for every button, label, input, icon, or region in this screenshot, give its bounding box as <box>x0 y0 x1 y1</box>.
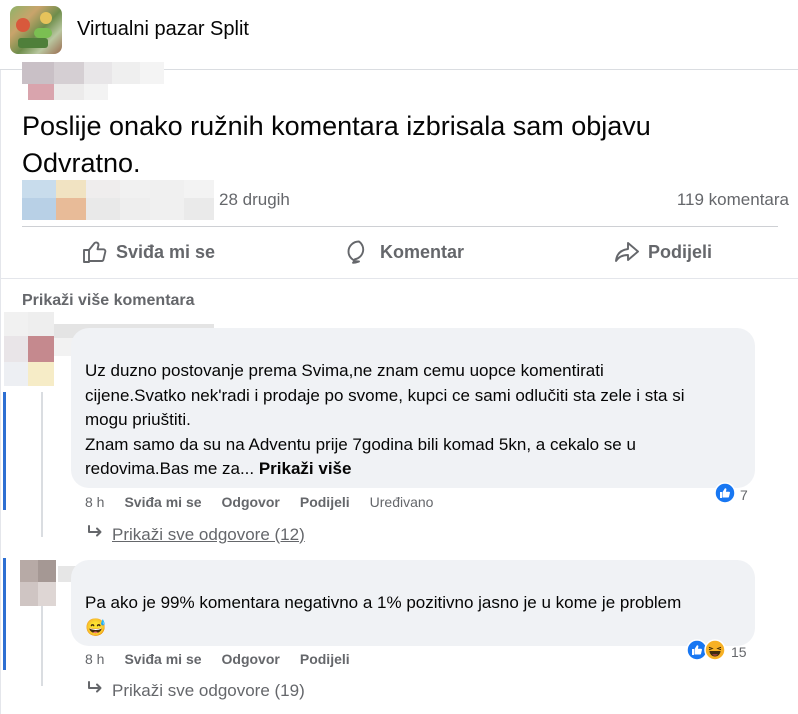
see-more-link[interactable]: Prikaži više <box>259 459 352 478</box>
redaction-block <box>184 180 214 198</box>
post-text: Poslije onako ružnih komentara izbrisala… <box>22 108 762 182</box>
redaction-block <box>4 362 28 386</box>
comment-time[interactable]: 8 h <box>85 494 104 510</box>
comment-button[interactable]: Komentar <box>346 238 464 266</box>
redaction-block <box>56 198 86 220</box>
comment-like-button[interactable]: Sviđa mi se <box>124 651 201 667</box>
comment-text-line: cijene.Svatko nek'radi i prodaje po svom… <box>85 385 685 405</box>
divider <box>22 226 778 227</box>
thumbs-up-icon <box>82 240 108 264</box>
group-name[interactable]: Virtualni pazar Split <box>77 18 249 41</box>
comment-share-button[interactable]: Podijeli <box>300 494 350 510</box>
like-label: Sviđa mi se <box>116 241 216 262</box>
divider <box>0 278 798 279</box>
comment-reactions[interactable]: 15 <box>686 639 747 664</box>
comment-text-line: Uz duzno postovanje prema Svima,ne znam … <box>85 361 604 380</box>
redaction-block <box>120 198 150 220</box>
like-reaction-icon <box>714 482 736 507</box>
edited-label: Uređivano <box>369 494 434 510</box>
redaction-block <box>20 582 38 606</box>
vegetable-shape <box>40 12 52 24</box>
redaction-block <box>38 560 56 582</box>
redaction-block <box>22 180 56 198</box>
redaction-block <box>56 180 86 198</box>
left-border <box>0 70 1 714</box>
group-avatar[interactable] <box>10 6 62 54</box>
speech-bubble-icon <box>346 239 372 265</box>
vegetable-shape <box>34 28 52 38</box>
redaction-block <box>28 362 54 386</box>
redaction-block <box>22 198 56 220</box>
share-button[interactable]: Podijeli <box>614 238 712 266</box>
redaction-block <box>86 198 120 220</box>
redaction-block <box>28 336 54 362</box>
vegetable-shape <box>16 18 30 32</box>
comment-text-line: Pa ako je 99% komentara negativno a 1% p… <box>85 593 682 612</box>
share-label: Podijeli <box>648 241 713 262</box>
like-button[interactable]: Sviđa mi se <box>82 238 215 266</box>
comment-text-line: Znam samo da su na Adventu prije 7godina… <box>85 434 636 454</box>
redaction-block <box>4 312 28 336</box>
view-replies-link[interactable]: Prikaži sve odgovore (12) <box>86 524 305 545</box>
redaction-block <box>112 62 140 84</box>
comment-like-button[interactable]: Sviđa mi se <box>124 494 201 510</box>
emoji-sweat-smile: 😅 <box>85 617 107 637</box>
comment-meta: 8 h Sviđa mi se Odgovor Podijeli Uređiva… <box>85 494 453 510</box>
redaction-block <box>84 84 108 100</box>
redaction-block <box>120 180 150 198</box>
share-arrow-icon <box>614 240 640 264</box>
comment-text-line-last: redovima.Bas me za... Prikaži više <box>85 457 684 482</box>
vegetable-shape <box>18 38 48 48</box>
view-replies-label: Prikaži sve odgovore (19) <box>112 680 305 700</box>
show-more-comments-link[interactable]: Prikaži više komentara <box>22 292 195 310</box>
redaction-block <box>150 198 184 220</box>
reply-arrow-icon <box>86 680 104 701</box>
comment-text: Pa ako je 99% komentara negativno a 1% p… <box>85 591 681 640</box>
redaction-block <box>86 180 120 198</box>
reply-arrow-icon <box>86 524 104 545</box>
thread-indicator <box>3 392 6 510</box>
redaction-block <box>20 560 38 582</box>
view-replies-link[interactable]: Prikaži sve odgovore (19) <box>86 680 305 701</box>
comment-count[interactable]: 119 komentara <box>677 190 789 210</box>
comment-text-line: mogu priuštiti. <box>85 410 191 429</box>
comment-share-button[interactable]: Podijeli <box>300 651 350 667</box>
post-text-line: Odvratno. <box>22 148 141 178</box>
redaction-block <box>184 198 214 220</box>
thread-indicator <box>3 558 6 670</box>
redaction-block <box>4 336 28 362</box>
comment-label: Komentar <box>380 241 465 262</box>
reaction-count: 15 <box>731 643 747 660</box>
haha-reaction-icon <box>704 639 726 664</box>
post-text-line: Poslije onako ružnih komentara izbrisala… <box>22 111 651 141</box>
comment-meta: 8 h Sviđa mi se Odgovor Podijeli <box>85 651 370 667</box>
redaction-block <box>28 84 54 100</box>
comment-text: Uz duzno postovanje prema Svima,ne znam … <box>85 359 684 482</box>
redaction-block <box>84 62 112 84</box>
thread-line <box>41 392 43 537</box>
comment-reply-button[interactable]: Odgovor <box>222 651 280 667</box>
redaction-block <box>150 180 184 198</box>
reaction-others-count[interactable]: 28 drugih <box>219 190 290 210</box>
redaction-block <box>38 582 56 606</box>
comment-reply-button[interactable]: Odgovor <box>222 494 280 510</box>
reaction-count: 7 <box>740 486 748 503</box>
view-replies-label: Prikaži sve odgovore (12) <box>112 524 305 544</box>
redaction-block <box>140 62 164 84</box>
redaction-block <box>22 62 54 84</box>
redaction-block <box>28 312 54 336</box>
comment-reactions[interactable]: 7 <box>714 482 748 507</box>
redaction-block <box>54 62 84 84</box>
comment-text-line: redovima.Bas me za... <box>85 459 259 478</box>
redaction-block <box>54 84 84 100</box>
comment-time[interactable]: 8 h <box>85 651 104 667</box>
